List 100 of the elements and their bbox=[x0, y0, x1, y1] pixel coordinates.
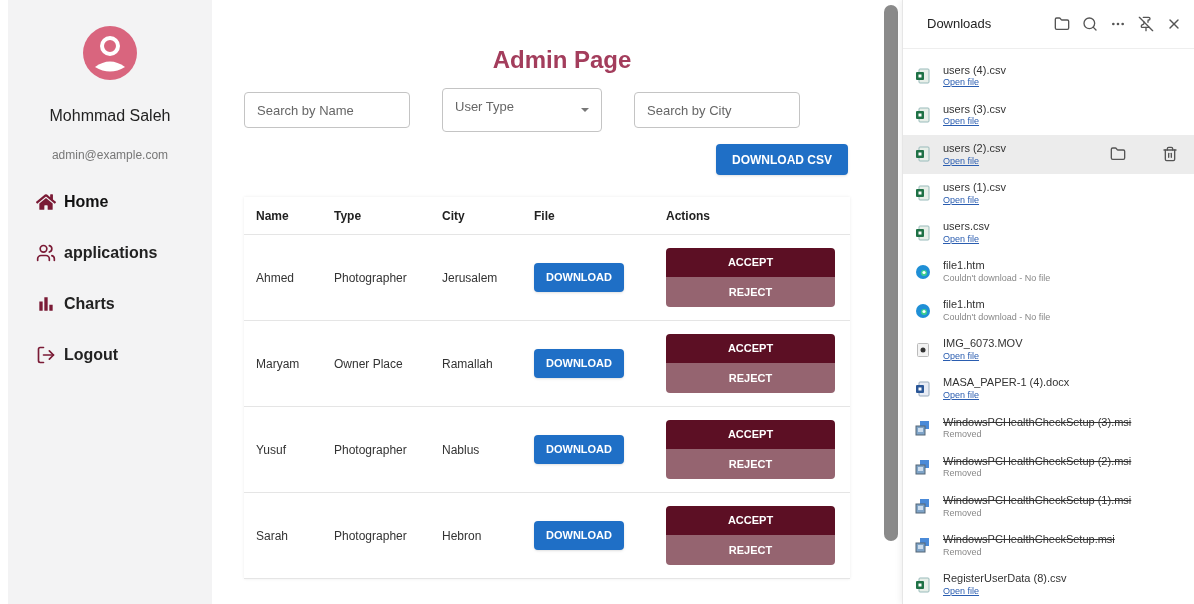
reject-button[interactable]: REJECT bbox=[666, 449, 835, 479]
reject-button[interactable]: REJECT bbox=[666, 535, 835, 565]
open-file-link[interactable]: Open file bbox=[943, 155, 980, 167]
spreadsheet-file-icon bbox=[916, 146, 930, 163]
reject-button[interactable]: REJECT bbox=[666, 363, 835, 393]
download-item[interactable]: users (3).csv Open file bbox=[903, 95, 1194, 135]
download-item[interactable]: file1.htm Couldn't download - No file bbox=[903, 291, 1194, 331]
download-item[interactable]: WindowsPCHealthCheckSetup (3).msi Removed bbox=[903, 408, 1194, 448]
browser-logo-icon bbox=[916, 264, 930, 279]
spreadsheet-file-icon bbox=[916, 224, 930, 241]
download-csv-button[interactable]: DOWNLOAD CSV bbox=[716, 144, 848, 175]
video-file-icon bbox=[917, 342, 929, 357]
installer-file-icon bbox=[915, 498, 931, 515]
spreadsheet-file-icon bbox=[916, 68, 930, 85]
file-name: WindowsPCHealthCheckSetup (1).msi bbox=[943, 493, 1133, 508]
download-status: Removed bbox=[943, 507, 983, 519]
file-name: users (4).csv bbox=[943, 63, 1007, 78]
delete-icon[interactable] bbox=[1162, 146, 1178, 163]
download-item[interactable]: users (4).csv Open file bbox=[903, 56, 1194, 96]
download-item[interactable]: WindowsPCHealthCheckSetup.msi Removed bbox=[903, 525, 1194, 565]
name-search-field[interactable]: Search by Name bbox=[244, 92, 410, 128]
file-name: IMG_6073.MOV bbox=[943, 337, 1024, 352]
unpin-icon[interactable] bbox=[1138, 15, 1154, 32]
table-cell-text: Maryam bbox=[256, 355, 301, 373]
nav-item[interactable]: Home bbox=[36, 182, 204, 221]
avatar-icon bbox=[83, 26, 137, 80]
nav-item[interactable]: Logout bbox=[36, 335, 204, 374]
table-cell-text: Owner Place bbox=[334, 355, 404, 373]
file-name: users (1).csv bbox=[943, 180, 1007, 195]
open-file-link[interactable]: Open file bbox=[943, 77, 980, 89]
spreadsheet-file-icon bbox=[916, 576, 930, 593]
download-item[interactable]: users (2).csv Open file bbox=[903, 134, 1194, 174]
file-name: users.csv bbox=[943, 220, 991, 234]
download-item[interactable]: RegisterUserData (8).csv Open file bbox=[903, 564, 1194, 604]
column-header: City bbox=[442, 207, 466, 225]
file-name: file1.htm bbox=[943, 259, 986, 273]
table-cell-text: Photographer bbox=[334, 527, 408, 545]
page-title: Admin Page bbox=[492, 48, 632, 72]
file-name: WindowsPCHealthCheckSetup (2).msi bbox=[943, 454, 1133, 469]
download-status: Removed bbox=[943, 546, 983, 558]
accept-button[interactable]: ACCEPT bbox=[666, 420, 835, 449]
download-status: Couldn't download - No file bbox=[943, 272, 1052, 285]
file-name: MASA_PAPER-1 (4).docx bbox=[943, 376, 1071, 391]
download-status: Couldn't download - No file bbox=[943, 312, 1052, 324]
city-search-field[interactable]: Search by City bbox=[634, 92, 800, 128]
table-cell-text: Nablus bbox=[442, 441, 481, 459]
download-status: Removed bbox=[943, 429, 983, 441]
home-icon bbox=[36, 191, 56, 212]
installer-file-icon bbox=[915, 420, 931, 437]
file-download-button[interactable]: DOWNLOAD bbox=[534, 263, 624, 292]
file-name: RegisterUserData (8).csv bbox=[943, 572, 1068, 586]
download-item[interactable]: users (1).csv Open file bbox=[903, 173, 1194, 213]
spreadsheet-file-icon bbox=[916, 107, 930, 124]
file-download-button[interactable]: DOWNLOAD bbox=[534, 435, 624, 464]
table-cell-text: Sarah bbox=[256, 527, 290, 545]
file-name: WindowsPCHealthCheckSetup (3).msi bbox=[943, 415, 1133, 430]
file-name: users (3).csv bbox=[943, 102, 1007, 117]
open-file-link[interactable]: Open file bbox=[943, 390, 980, 402]
download-item[interactable]: MASA_PAPER-1 (4).docx Open file bbox=[903, 369, 1194, 409]
user-type-select[interactable]: User Type bbox=[442, 88, 602, 132]
spreadsheet-file-icon bbox=[916, 185, 930, 202]
table-cell-text: Hebron bbox=[442, 527, 483, 545]
download-status: Removed bbox=[943, 468, 983, 480]
accept-button[interactable]: ACCEPT bbox=[666, 506, 835, 535]
users-icon bbox=[36, 242, 56, 263]
nav-item[interactable]: applications bbox=[36, 233, 204, 272]
column-header: Type bbox=[334, 207, 363, 225]
table-cell-text: Jerusalem bbox=[442, 269, 499, 287]
table-cell-text: Photographer bbox=[334, 269, 408, 287]
open-file-link[interactable]: Open file bbox=[943, 585, 980, 597]
search-icon[interactable] bbox=[1082, 15, 1098, 32]
table-cell-text: Yusuf bbox=[256, 441, 288, 459]
scrollbar-thumb[interactable] bbox=[884, 5, 898, 541]
accept-button[interactable]: ACCEPT bbox=[666, 334, 835, 363]
open-file-link[interactable]: Open file bbox=[943, 194, 980, 206]
table-cell-text: Ramallah bbox=[442, 355, 494, 373]
file-download-button[interactable]: DOWNLOAD bbox=[534, 349, 624, 378]
download-item[interactable]: file1.htm Couldn't download - No file bbox=[903, 252, 1194, 292]
reject-button[interactable]: REJECT bbox=[666, 277, 835, 307]
browser-logo-icon bbox=[916, 303, 930, 318]
nav-item[interactable]: Charts bbox=[36, 284, 204, 323]
document-file-icon bbox=[916, 380, 930, 397]
accept-button[interactable]: ACCEPT bbox=[666, 248, 835, 277]
download-item[interactable]: users.csv Open file bbox=[903, 213, 1194, 253]
file-download-button[interactable]: DOWNLOAD bbox=[534, 521, 624, 550]
download-item[interactable]: WindowsPCHealthCheckSetup (1).msi Removed bbox=[903, 486, 1194, 526]
download-item[interactable]: IMG_6073.MOV Open file bbox=[903, 330, 1194, 370]
user-name: Mohmmad Saleh bbox=[49, 106, 171, 126]
logout-icon bbox=[36, 344, 56, 365]
open-file-link[interactable]: Open file bbox=[943, 351, 980, 363]
user-email: admin@example.com bbox=[51, 147, 169, 164]
folder-icon[interactable] bbox=[1054, 15, 1070, 32]
table-cell-text: Photographer bbox=[334, 441, 408, 459]
open-file-link[interactable]: Open file bbox=[943, 116, 980, 128]
file-name: users (2).csv bbox=[943, 141, 1007, 156]
installer-file-icon bbox=[915, 537, 931, 554]
dropdown-caret-icon bbox=[581, 108, 589, 112]
folder-icon[interactable] bbox=[1110, 146, 1126, 163]
download-item[interactable]: WindowsPCHealthCheckSetup (2).msi Removed bbox=[903, 447, 1194, 487]
open-file-link[interactable]: Open file bbox=[943, 233, 980, 246]
